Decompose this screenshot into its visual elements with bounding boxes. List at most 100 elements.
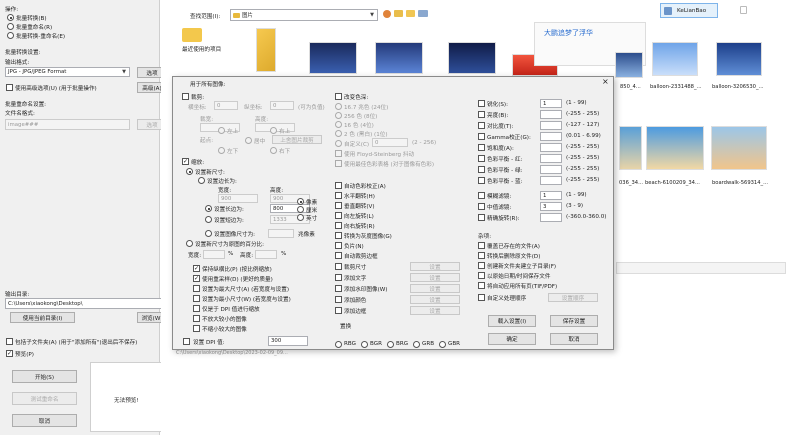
format-select[interactable]: JPG - JPG/JPEG Format ▼ (5, 67, 130, 77)
op-batch-rename-radio[interactable] (7, 23, 14, 30)
add-border-checkbox[interactable] (335, 307, 342, 314)
unit-pixel-radio[interactable] (297, 198, 304, 205)
use-advanced-checkbox[interactable] (6, 84, 13, 91)
crop-pos-center-radio[interactable] (245, 137, 252, 144)
thumb-image-3[interactable] (448, 42, 496, 74)
start-button[interactable]: 开始(S) (12, 370, 77, 383)
set-order-button[interactable]: 设置顺序 (548, 293, 598, 302)
use-current-dir-button[interactable]: 使用当前目录(I) (10, 312, 75, 323)
dpi-input[interactable]: 300 (268, 336, 308, 346)
gamma-input[interactable] (540, 132, 562, 141)
thumb-image-1[interactable] (309, 42, 357, 74)
add-text-checkbox[interactable] (335, 274, 342, 281)
unit-cm-radio[interactable] (297, 206, 304, 213)
crop-auto-button[interactable]: 上舍图片裁剪 (272, 135, 322, 144)
overwrite-checkbox[interactable] (478, 242, 485, 249)
add-watermark-checkbox[interactable] (335, 285, 342, 292)
swap-brg-radio[interactable] (387, 341, 394, 348)
only-dpi-checkbox[interactable] (193, 305, 200, 312)
add-border-settings-button[interactable]: 设置 (410, 306, 460, 315)
color-1bit-radio[interactable] (335, 130, 342, 137)
short-side-input[interactable]: 1333 (270, 215, 310, 224)
no-enlarge-checkbox[interactable] (193, 315, 200, 322)
balance-green-input[interactable] (540, 165, 562, 174)
balance-green-checkbox[interactable] (478, 166, 485, 173)
view-menu-icon[interactable] (418, 10, 428, 17)
balance-red-input[interactable] (540, 154, 562, 163)
color-custom-radio[interactable] (335, 140, 342, 147)
no-shrink-checkbox[interactable] (193, 325, 200, 332)
thumb-beach[interactable] (646, 126, 704, 170)
floyd-checkbox[interactable] (335, 150, 342, 157)
crop-y-input[interactable]: 0 (270, 101, 294, 110)
unit-inch-radio[interactable] (297, 214, 304, 221)
dialog-cancel-button[interactable]: 取消 (550, 333, 598, 345)
set-both-radio[interactable] (198, 177, 205, 184)
custom-palette-checkbox[interactable] (335, 160, 342, 167)
thumb-balloon-2[interactable] (716, 42, 762, 76)
percent-width-input[interactable] (203, 250, 225, 259)
brightness-checkbox[interactable] (478, 111, 485, 118)
megapixel-input[interactable] (268, 229, 294, 238)
auto-crop-border-checkbox[interactable] (335, 252, 342, 259)
crop-pos-topleft-radio[interactable] (218, 127, 225, 134)
width-max-checkbox[interactable] (193, 285, 200, 292)
rotate-left-checkbox[interactable] (335, 212, 342, 219)
fine-rotate-input[interactable] (540, 213, 562, 222)
thumb-balloon-small[interactable] (615, 52, 643, 78)
dialog-close-icon[interactable]: × (602, 77, 609, 86)
ok-button[interactable]: 确定 (488, 333, 536, 345)
set-new-size-radio[interactable] (186, 168, 193, 175)
op-convert-rename-radio[interactable] (7, 32, 14, 39)
custom-order-checkbox[interactable] (478, 294, 485, 301)
flip-h-checkbox[interactable] (335, 192, 342, 199)
set-image-size-radio[interactable] (205, 230, 212, 237)
negative-checkbox[interactable] (335, 242, 342, 249)
add-color-checkbox[interactable] (335, 296, 342, 303)
contrast-input[interactable] (540, 121, 562, 130)
sharpen-input[interactable]: 1 (540, 99, 562, 108)
user-badge[interactable]: KeLianBao (660, 3, 718, 18)
test-rename-button[interactable]: 测试重命名 (12, 392, 77, 405)
crop-size-checkbox[interactable] (335, 263, 342, 270)
crop-pos-bottomright-radio[interactable] (270, 147, 277, 154)
color-4bit-radio[interactable] (335, 121, 342, 128)
crop-size-settings-button[interactable]: 设置 (410, 262, 460, 271)
balance-blue-input[interactable] (540, 176, 562, 185)
add-color-settings-button[interactable]: 设置 (410, 295, 460, 304)
include-subfolders-checkbox[interactable] (6, 338, 13, 345)
fine-rotate-checkbox[interactable] (478, 214, 485, 221)
balance-blue-checkbox[interactable] (478, 177, 485, 184)
add-text-settings-button[interactable]: 设置 (410, 273, 460, 282)
set-long-radio[interactable] (205, 205, 212, 212)
gamma-checkbox[interactable] (478, 133, 485, 140)
saturation-checkbox[interactable] (478, 144, 485, 151)
add-watermark-settings-button[interactable]: 设置 (410, 284, 460, 293)
op-batch-convert-radio[interactable] (7, 14, 14, 21)
color-custom-input[interactable]: 0 (372, 138, 408, 147)
keep-ratio-checkbox[interactable]: ✓ (193, 265, 200, 272)
folder-select[interactable]: 图片 ▼ (230, 9, 378, 21)
recent-folder-icon[interactable] (182, 28, 202, 42)
out-dir-input[interactable]: C:\Users\xiaokong\Desktop\ (5, 298, 165, 309)
set-short-radio[interactable] (205, 216, 212, 223)
color-8bit-radio[interactable] (335, 112, 342, 119)
blur-input[interactable]: 1 (540, 191, 562, 200)
crop-checkbox[interactable] (182, 93, 189, 100)
thumb-folder[interactable] (256, 28, 276, 72)
crop-pos-topright-radio[interactable] (270, 127, 277, 134)
color-24bit-radio[interactable] (335, 103, 342, 110)
median-checkbox[interactable] (478, 203, 485, 210)
resample-checkbox[interactable]: ✓ (193, 275, 200, 282)
dpi-checkbox[interactable] (183, 338, 190, 345)
crop-x-input[interactable]: 0 (214, 101, 238, 110)
create-subfolder-checkbox[interactable] (478, 262, 485, 269)
saturation-input[interactable] (540, 143, 562, 152)
balance-red-checkbox[interactable] (478, 155, 485, 162)
blur-checkbox[interactable] (478, 192, 485, 199)
swap-grb-radio[interactable] (413, 341, 420, 348)
height-max-checkbox[interactable] (193, 295, 200, 302)
long-side-input[interactable]: 800 (270, 204, 310, 213)
auto-color-checkbox[interactable] (335, 182, 342, 189)
percent-radio[interactable] (186, 240, 193, 247)
